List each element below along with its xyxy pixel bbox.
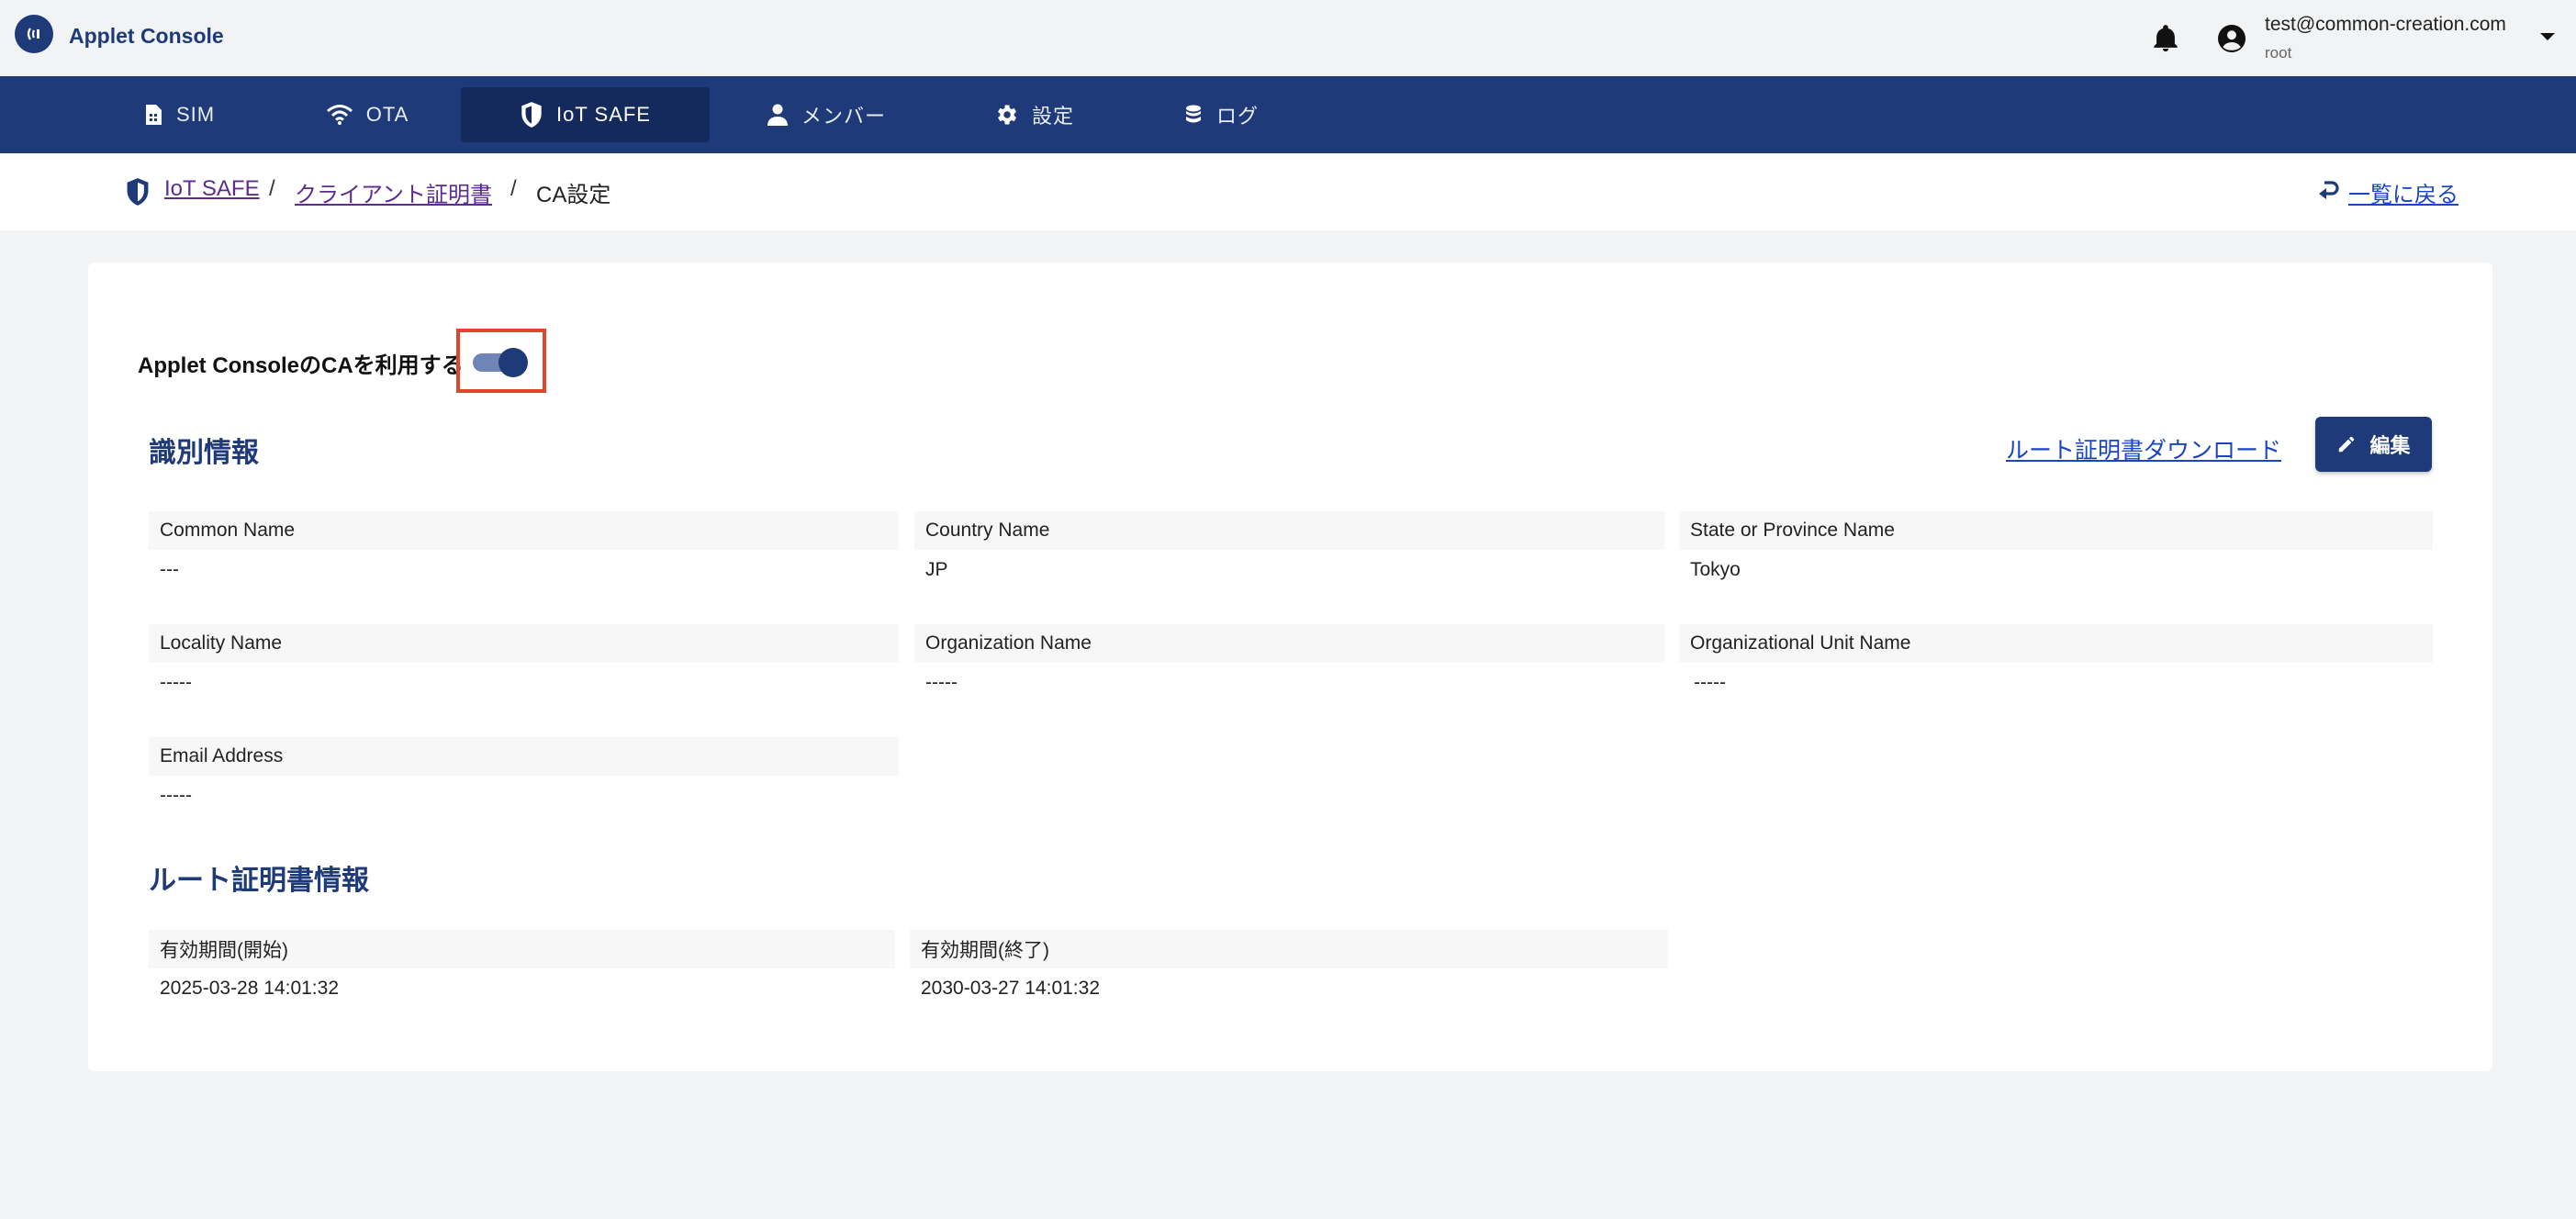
shield-icon [125, 177, 151, 207]
field-label: Organizational Unit Name [1679, 624, 2433, 663]
root-cert-download-link[interactable]: ルート証明書ダウンロード [2006, 432, 2281, 465]
field-label: Organization Name [914, 624, 1664, 663]
field-label: Locality Name [149, 624, 899, 663]
field-value: JP [925, 559, 948, 580]
breadcrumb: IoT SAFE / クライアント証明書 / CA設定 一覧に戻る [0, 153, 2576, 230]
user-role: root [2265, 44, 2292, 62]
nav-item-sim[interactable]: SIM [129, 87, 230, 142]
nav-item-settings[interactable]: 設定 [979, 87, 1089, 142]
pencil-icon [2339, 436, 2355, 453]
field-value: ----- [160, 672, 192, 693]
nav-label-logs: ログ [1215, 105, 1259, 128]
breadcrumb-separator: / [269, 176, 275, 201]
field-label: 有効期間(開始) [149, 930, 895, 968]
app-title: Applet Console [69, 24, 224, 48]
nav-item-members[interactable]: メンバー [753, 87, 900, 142]
notification-bell-icon[interactable] [2150, 22, 2181, 55]
wifi-icon [326, 105, 353, 125]
field-label: Email Address [149, 737, 899, 776]
field-email-address: Email Address ----- [149, 737, 899, 816]
highlight-box [456, 329, 546, 393]
field-value: --- [160, 559, 179, 580]
main-nav: SIM OTA IoT SAFE メンバー 設定 ログ [0, 76, 2576, 153]
field-valid-from: 有効期間(開始) 2025-03-28 14:01:32 [149, 930, 895, 1009]
user-menu-caret-icon[interactable] [2537, 29, 2558, 44]
identity-section-title: 識別情報 [149, 438, 259, 468]
field-organization-name: Organization Name ----- [914, 624, 1664, 703]
field-label: Country Name [914, 511, 1664, 550]
back-to-list-link[interactable]: 一覧に戻る [2348, 176, 2458, 208]
app-logo-icon [15, 15, 53, 53]
field-value: ----- [1694, 672, 1726, 693]
nav-label-members: メンバー [801, 105, 886, 128]
shield-icon [521, 102, 542, 128]
nav-label-sim: SIM [175, 103, 216, 126]
field-value: 2025-03-28 14:01:32 [160, 978, 339, 999]
field-locality-name: Locality Name ----- [149, 624, 899, 703]
breadcrumb-link-iot-safe[interactable]: IoT SAFE [164, 176, 260, 202]
field-value: ----- [925, 672, 958, 693]
nav-label-settings: 設定 [1031, 105, 1074, 128]
toggle-thumb [498, 348, 528, 377]
user-email[interactable]: test@common-creation.com [2265, 14, 2506, 36]
root-cert-section-title: ルート証明書情報 [149, 866, 369, 896]
nav-item-ota[interactable]: OTA [312, 87, 422, 142]
breadcrumb-link-client-cert[interactable]: クライアント証明書 [295, 176, 492, 208]
field-common-name: Common Name --- [149, 511, 899, 590]
field-value: Tokyo [1690, 559, 1741, 580]
ca-toggle-label: Applet ConsoleのCAを利用する [138, 353, 464, 378]
breadcrumb-current: CA設定 [536, 183, 611, 207]
ca-toggle-switch[interactable] [460, 332, 543, 389]
nav-item-logs[interactable]: ログ [1166, 87, 1276, 142]
nav-label-iot-safe: IoT SAFE [556, 103, 651, 126]
nav-item-iot-safe[interactable]: IoT SAFE [461, 87, 710, 142]
field-state-name: State or Province Name Tokyo [1679, 511, 2433, 590]
field-valid-to: 有効期間(終了) 2030-03-27 14:01:32 [910, 930, 1668, 1009]
gear-icon [998, 105, 1017, 125]
edit-button-label: 編集 [2369, 434, 2411, 457]
breadcrumb-separator: / [510, 176, 517, 201]
field-label: Common Name [149, 511, 899, 550]
return-arrow-icon[interactable] [2317, 179, 2341, 203]
database-icon [1185, 105, 1201, 123]
edit-button[interactable]: 編集 [2315, 417, 2432, 472]
nav-label-ota: OTA [365, 103, 409, 126]
ca-settings-card: Applet ConsoleのCAを利用する 識別情報 ルート証明書ダウンロード… [88, 263, 2492, 1071]
top-header: Applet Console test@common-creation.com … [0, 0, 2576, 76]
field-value: ----- [160, 785, 192, 806]
person-icon [767, 104, 788, 126]
field-label: State or Province Name [1679, 511, 2433, 550]
field-label: 有効期間(終了) [910, 930, 1668, 968]
field-org-unit-name: Organizational Unit Name ----- [1679, 624, 2433, 703]
account-circle-icon[interactable] [2215, 22, 2248, 55]
sim-card-icon [145, 105, 162, 125]
field-value: 2030-03-27 14:01:32 [921, 978, 1100, 999]
field-country-name: Country Name JP [914, 511, 1664, 590]
